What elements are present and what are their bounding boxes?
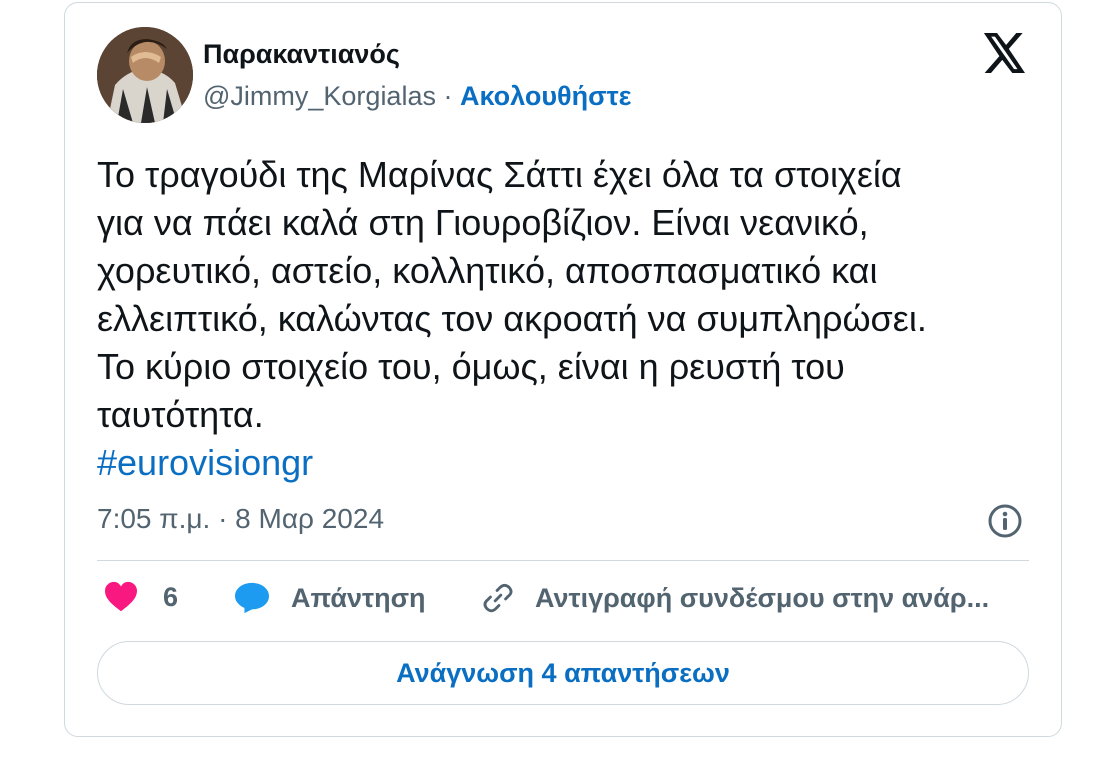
heart-icon [105, 581, 137, 612]
divider [97, 560, 1029, 561]
author-name[interactable]: Παρακαντιανός [203, 39, 400, 70]
author-handle-row: @Jimmy_Korgialas · Ακολουθήστε [203, 81, 631, 112]
avatar-image [97, 27, 193, 123]
reply-bubble-icon [235, 582, 269, 614]
like-count: 6 [163, 581, 179, 612]
tweet-text: Το τραγούδι της Μαρίνας Σάττι έχει όλα τ… [97, 154, 927, 435]
tweet-timestamp[interactable]: 7:05 π.μ. · 8 Μαρ 2024 [97, 503, 384, 535]
like-button[interactable]: 6 [103, 581, 178, 613]
x-logo-icon[interactable] [983, 33, 1027, 73]
author-handle[interactable]: @Jimmy_Korgialas [203, 81, 436, 111]
info-icon[interactable] [987, 503, 1023, 539]
follow-link[interactable]: Ακολουθήστε [460, 81, 631, 111]
copy-link-label: Αντιγραφή συνδέσμου στην ανάρ... [535, 582, 990, 613]
hashtag-link[interactable]: #eurovisiongr [97, 439, 313, 487]
reply-button[interactable]: Απάντηση [233, 581, 426, 615]
copy-link-button[interactable]: Αντιγραφή συνδέσμου στην ανάρ... [481, 581, 1025, 615]
avatar[interactable] [97, 27, 193, 123]
tweet-embed-card: Παρακαντιανός @Jimmy_Korgialas · Ακολουθ… [64, 2, 1062, 737]
separator-dot: · [443, 81, 453, 111]
link-icon [483, 583, 513, 613]
read-replies-button[interactable]: Ανάγνωση 4 απαντήσεων [97, 641, 1029, 705]
reply-label: Απάντηση [291, 582, 426, 613]
